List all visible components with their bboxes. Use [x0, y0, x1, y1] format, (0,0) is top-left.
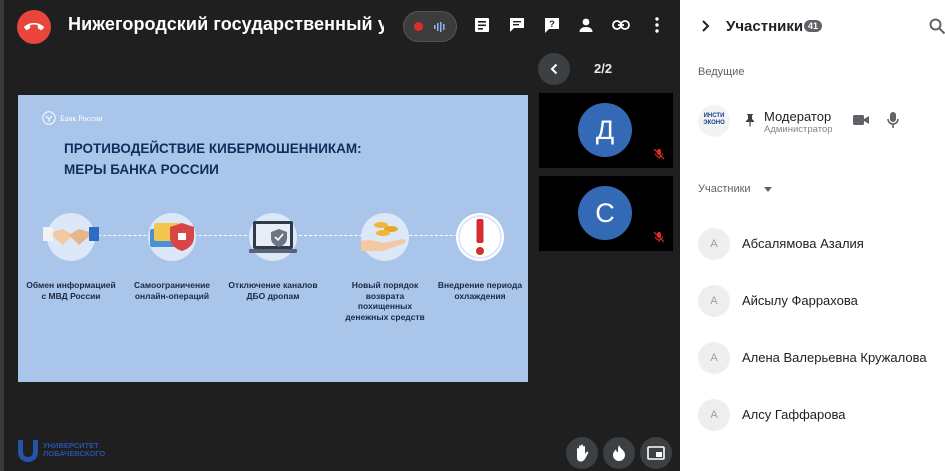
participants-button[interactable]	[573, 12, 599, 38]
search-icon[interactable]	[928, 17, 945, 35]
measure-caption: Самоограничение онлайн-операций	[133, 280, 211, 301]
meeting-title: Нижегородский государственный универ	[68, 14, 384, 34]
participant-tile[interactable]: Д	[539, 93, 673, 168]
camera-icon[interactable]	[852, 113, 870, 127]
participant-count-badge: 41	[804, 20, 823, 32]
participants-section-label[interactable]: Участники	[698, 183, 751, 195]
avatar: А	[698, 228, 730, 260]
measure-item: Внедрение периода охлаждения	[435, 211, 525, 301]
avatar: А	[698, 399, 730, 431]
measure-caption: Отключение каналов ДБО дропам	[228, 280, 318, 301]
phone-hangup-icon	[24, 22, 44, 31]
more-options-button[interactable]	[644, 12, 670, 38]
slide-title-line: ПРОТИВОДЕЙСТВИЕ КИБЕРМОШЕННИКАМ:	[64, 141, 362, 156]
university-emblem-icon	[18, 440, 38, 462]
measure-item: Обмен информацией с МВД России	[26, 211, 116, 301]
moderator-role: Администратор	[764, 124, 833, 135]
presentation-slide: Банк России ПРОТИВОДЕЙСТВИЕ КИБЕРМОШЕННИ…	[18, 95, 528, 382]
measure-item: Отключение каналов ДБО дропам	[228, 211, 318, 301]
mic-off-icon	[653, 148, 665, 160]
measure-caption: Внедрение периода охлаждения	[437, 280, 523, 301]
chevron-right-icon[interactable]	[697, 18, 713, 34]
participant-name: Алсу Гаффарова	[742, 407, 846, 422]
moderator-name: Модератор	[764, 109, 832, 124]
university-logo: УНИВЕРСИТЕТ ЛОБАЧЕВСКОГО	[17, 438, 105, 462]
measure-caption: Новый порядок возврата похищенных денежн…	[345, 280, 425, 322]
panel-title: Участники	[726, 18, 804, 35]
participant-name: Алена Валерьевна Кружалова	[742, 350, 927, 365]
list-item[interactable]: А Айсылу Фаррахова	[698, 285, 943, 317]
notes-icon	[475, 18, 489, 32]
list-item[interactable]: А Алсу Гаффарова	[698, 399, 943, 431]
list-item[interactable]: А Алена Валерьевна Кружалова	[698, 342, 943, 374]
caret-down-icon[interactable]	[764, 187, 772, 192]
slide-title-line: МЕРЫ БАНКА РОССИИ	[64, 162, 219, 177]
measure-item: Самоограничение онлайн-операций	[127, 211, 217, 301]
university-name-line: ЛОБАЧЕВСКОГО	[43, 449, 106, 458]
page-indicator: 2/2	[594, 61, 613, 76]
list-item[interactable]: А Абсалямова Азалия	[698, 228, 943, 260]
bank-name: Банк России	[60, 113, 103, 123]
avatar: С	[578, 186, 632, 240]
meeting-stage: Нижегородский государственный универ ? 2…	[0, 0, 680, 471]
exclamation-icon	[456, 213, 504, 261]
audio-levels-icon	[434, 21, 445, 32]
measure-caption: Обмен информацией с МВД России	[26, 280, 116, 301]
recording-indicator[interactable]	[403, 11, 457, 42]
svg-text:?: ?	[549, 19, 555, 29]
avatar: А	[698, 285, 730, 317]
previous-page-button[interactable]	[538, 53, 570, 85]
microphone-icon[interactable]	[886, 111, 900, 129]
share-link-button[interactable]	[608, 12, 634, 38]
chat-button[interactable]	[504, 12, 530, 38]
notes-button[interactable]	[469, 12, 495, 38]
reactions-button[interactable]	[603, 437, 635, 469]
flame-icon	[613, 445, 625, 461]
participant-name: Айсылу Фаррахова	[742, 293, 858, 308]
participant-name: Абсалямова Азалия	[742, 236, 864, 251]
record-dot-icon	[414, 22, 423, 31]
avatar-logo-line: ИНСТИ	[703, 113, 725, 119]
picture-in-picture-icon	[647, 446, 665, 460]
chat-icon	[510, 18, 524, 32]
more-vert-icon	[655, 17, 659, 33]
laptop-shield-icon	[249, 213, 297, 261]
chevron-left-icon	[550, 63, 558, 75]
questions-button[interactable]: ?	[539, 12, 565, 38]
layout-button[interactable]	[640, 437, 672, 469]
moderator-avatar: ИНСТИ ЭКОНО	[698, 105, 730, 137]
avatar: А	[698, 342, 730, 374]
avatar: Д	[578, 103, 632, 157]
coins-hand-icon	[361, 213, 409, 261]
leave-call-button[interactable]	[17, 10, 51, 44]
avatar-logo-line: ЭКОНО	[703, 120, 725, 126]
person-icon	[579, 18, 593, 32]
link-icon	[612, 20, 630, 30]
hosts-section-label: Ведущие	[698, 66, 745, 78]
participant-tile[interactable]: С	[539, 176, 673, 251]
slide-title: ПРОТИВОДЕЙСТВИЕ КИБЕРМОШЕННИКАМ: МЕРЫ БА…	[64, 138, 424, 180]
credit-cards-icon	[148, 213, 196, 261]
bank-logo: Банк России	[42, 111, 102, 125]
mic-off-icon	[653, 231, 665, 243]
hand-icon	[577, 444, 589, 462]
raise-hand-button[interactable]	[566, 437, 598, 469]
pin-icon[interactable]	[744, 113, 756, 127]
measure-item: Новый порядок возврата похищенных денежн…	[340, 211, 430, 322]
handshake-icon	[43, 213, 99, 261]
eagle-emblem-icon	[42, 111, 56, 125]
question-icon: ?	[545, 18, 559, 33]
university-name: УНИВЕРСИТЕТ ЛОБАЧЕВСКОГО	[43, 442, 105, 458]
participants-panel: Участники 41 Ведущие ИНСТИ ЭКОНО Модерат…	[680, 0, 945, 471]
